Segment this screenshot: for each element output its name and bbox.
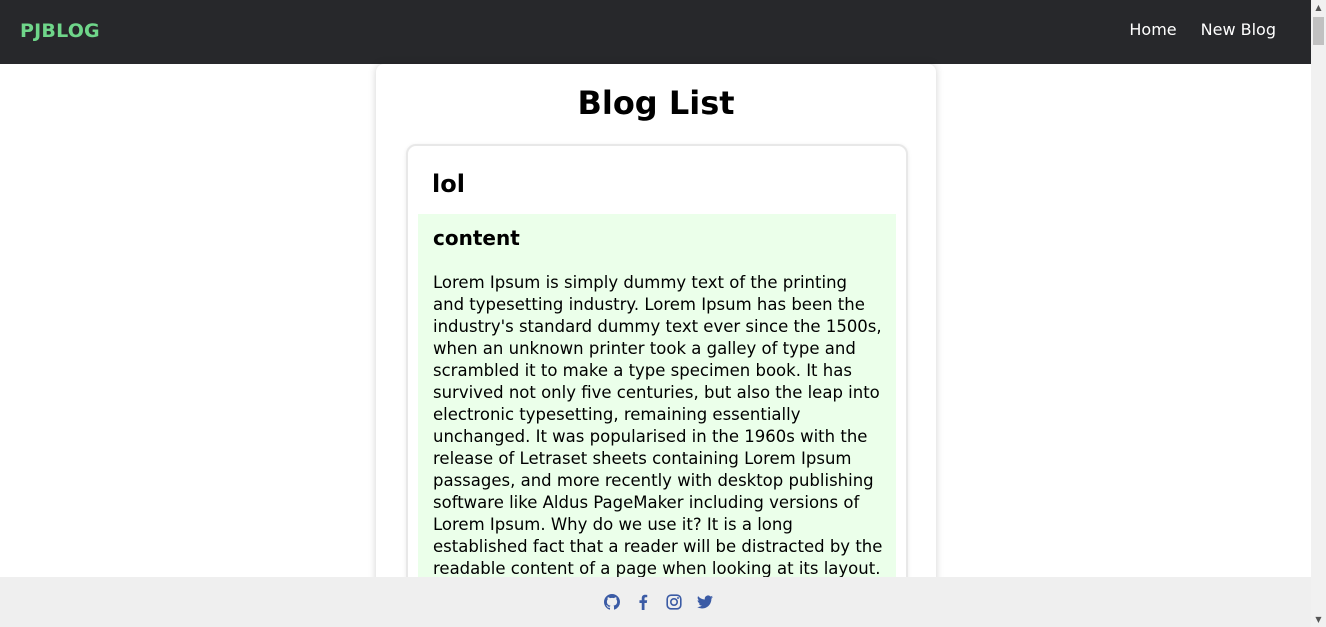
blog-card[interactable]: lol content Lorem Ipsum is simply dummy … — [406, 144, 908, 624]
footer — [0, 577, 1311, 627]
github-icon[interactable] — [603, 594, 620, 610]
blog-content-box: content Lorem Ipsum is simply dummy text… — [418, 214, 896, 624]
content-body: Lorem Ipsum is simply dummy text of the … — [433, 273, 883, 600]
vertical-scrollbar[interactable]: ▲ ▼ — [1311, 0, 1326, 627]
nav-links: Home New Blog — [1129, 20, 1276, 39]
content-heading: content — [433, 226, 520, 250]
nav-home-link[interactable]: Home — [1129, 20, 1176, 39]
scroll-down-arrow-icon[interactable]: ▼ — [1311, 612, 1326, 627]
twitter-icon[interactable] — [696, 594, 713, 610]
page-title: Blog List — [577, 84, 735, 122]
blog-list-container: Blog List lol content Lorem Ipsum is sim… — [376, 64, 936, 624]
navbar: PJBLOG Home New Blog — [0, 0, 1311, 64]
scrollbar-thumb[interactable] — [1313, 17, 1324, 45]
nav-new-blog-link[interactable]: New Blog — [1201, 20, 1276, 39]
brand-logo[interactable]: PJBLOG — [20, 20, 100, 42]
social-links — [603, 594, 713, 610]
facebook-icon[interactable] — [635, 594, 651, 610]
blog-title: lol — [432, 170, 465, 198]
instagram-icon[interactable] — [665, 594, 682, 610]
scroll-up-arrow-icon[interactable]: ▲ — [1311, 0, 1326, 15]
